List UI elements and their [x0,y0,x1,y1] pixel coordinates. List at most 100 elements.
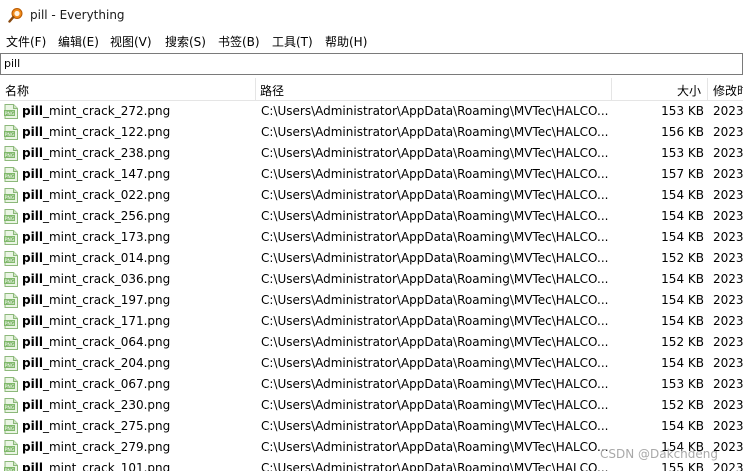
file-modified: 2023, [713,377,743,391]
file-name-match: pill [22,251,43,265]
table-row[interactable]: PNG pill_mint_crack_122.png C:\Users\Admin… [0,122,743,143]
svg-text:PNG: PNG [5,405,15,411]
file-name: pill_mint_crack_122.png [22,125,254,139]
file-name: pill_mint_crack_197.png [22,293,254,307]
png-file-icon: PNG [4,251,18,266]
file-modified: 2023, [713,356,743,370]
file-modified: 2023, [713,251,743,265]
png-file-icon: PNG [4,335,18,350]
column-divider[interactable] [255,78,256,100]
file-name-rest: _mint_crack_122.png [42,125,171,139]
file-size: 154 KB [661,188,704,202]
file-name-rest: _mint_crack_272.png [42,104,171,118]
file-name-match: pill [22,335,43,349]
file-size: 154 KB [661,314,704,328]
column-header-path[interactable]: 路径 [260,82,284,99]
file-name-rest: _mint_crack_230.png [42,398,171,412]
table-row[interactable]: PNG pill_mint_crack_230.png C:\Users\Admin… [0,395,743,416]
file-name-rest: _mint_crack_147.png [42,167,171,181]
file-size: 157 KB [661,167,704,181]
file-path: C:\Users\Administrator\AppData\Roaming\M… [261,125,608,139]
file-path: C:\Users\Administrator\AppData\Roaming\M… [261,461,608,471]
menu-file[interactable]: 文件(F) [6,33,46,50]
file-name-match: pill [22,461,43,471]
table-row[interactable]: PNG pill_mint_crack_204.png C:\Users\Admin… [0,353,743,374]
table-row[interactable]: PNG pill_mint_crack_173.png C:\Users\Admin… [0,227,743,248]
png-file-icon: PNG [4,104,18,119]
file-modified: 2023, [713,314,743,328]
menu-bookmarks[interactable]: 书签(B) [218,33,260,50]
file-name: pill_mint_crack_171.png [22,314,254,328]
file-name-rest: _mint_crack_067.png [42,377,171,391]
png-file-icon: PNG [4,377,18,392]
table-row[interactable]: PNG pill_mint_crack_036.png C:\Users\Admin… [0,269,743,290]
column-header-modified[interactable]: 修改时 [713,82,743,99]
svg-text:PNG: PNG [5,237,15,243]
file-name: pill_mint_crack_022.png [22,188,254,202]
menu-view[interactable]: 视图(V) [110,33,152,50]
svg-text:PNG: PNG [5,132,15,138]
file-name-rest: _mint_crack_275.png [42,419,171,433]
file-name-rest: _mint_crack_197.png [42,293,171,307]
table-row[interactable]: PNG pill_mint_crack_171.png C:\Users\Admin… [0,311,743,332]
search-input[interactable]: pill [0,53,743,75]
results-list: PNG pill _mint_crack_272.png C:\Users\Admin… [0,101,743,471]
file-name: pill_mint_crack_067.png [22,377,254,391]
file-name-rest: _mint_crack_256.png [42,209,171,223]
column-divider[interactable] [707,78,708,100]
file-modified: 2023, [713,272,743,286]
png-file-icon: PNG [4,398,18,413]
menu-bar: 文件(F) 编辑(E) 视图(V) 搜索(S) 书签(B) 工具(T) 帮助(H… [0,31,743,51]
file-path: C:\Users\Administrator\AppData\Roaming\M… [261,209,608,223]
file-path: C:\Users\Administrator\AppData\Roaming\M… [261,377,608,391]
file-modified: 2023, [713,125,743,139]
file-path: C:\Users\Administrator\AppData\Roaming\M… [261,104,608,118]
table-row[interactable]: PNG pill_mint_crack_022.png C:\Users\Admin… [0,185,743,206]
file-path: C:\Users\Administrator\AppData\Roaming\M… [261,314,608,328]
menu-search[interactable]: 搜索(S) [165,33,206,50]
svg-text:PNG: PNG [5,426,15,432]
table-row[interactable]: PNG pill_mint_crack_272.png C:\Users\Admin… [0,101,743,122]
svg-text:PNG: PNG [5,447,15,453]
file-name-match: pill [22,314,43,328]
table-row[interactable]: PNG pill_mint_crack_238.png C:\Users\Admin… [0,143,743,164]
png-file-icon: PNG [4,440,18,455]
watermark-text: CSDN @Dakchdeng [600,447,718,461]
file-name: pill_mint_crack_256.png [22,209,254,223]
file-size: 155 KB [661,461,704,471]
file-modified: 2023, [713,419,743,433]
svg-text:PNG: PNG [5,300,15,306]
file-name-match: pill [22,209,43,223]
table-row[interactable]: PNG pill_mint_crack_014.png C:\Users\Admin… [0,248,743,269]
menu-tools[interactable]: 工具(T) [272,33,313,50]
table-row[interactable]: PNG pill_mint_crack_064.png C:\Users\Admin… [0,332,743,353]
file-size: 154 KB [661,272,704,286]
file-path: C:\Users\Administrator\AppData\Roaming\M… [261,419,608,433]
file-size: 154 KB [661,356,704,370]
column-divider[interactable] [611,78,612,100]
png-file-icon: PNG [4,146,18,161]
png-file-icon: PNG [4,272,18,287]
table-row[interactable]: PNG pill_mint_crack_256.png C:\Users\Admin… [0,206,743,227]
table-row[interactable]: PNG pill_mint_crack_067.png C:\Users\Admin… [0,374,743,395]
column-header-size[interactable]: 大小 [677,82,701,99]
file-size: 152 KB [661,398,704,412]
table-row[interactable]: PNG pill_mint_crack_275.png C:\Users\Admin… [0,416,743,437]
file-modified: 2023, [713,209,743,223]
file-name: pill_mint_crack_275.png [22,419,254,433]
png-file-icon: PNG [4,125,18,140]
menu-edit[interactable]: 编辑(E) [58,33,99,50]
file-modified: 2023, [713,167,743,181]
file-name-match: pill [22,125,43,139]
file-name: pill_mint_crack_173.png [22,230,254,244]
png-file-icon: PNG [4,314,18,329]
svg-text:PNG: PNG [5,363,15,369]
file-modified: 2023, [713,104,743,118]
png-file-icon: PNG [4,188,18,203]
file-name-rest: _mint_crack_022.png [42,188,171,202]
table-row[interactable]: PNG pill_mint_crack_197.png C:\Users\Admin… [0,290,743,311]
table-row[interactable]: PNG pill_mint_crack_147.png C:\Users\Admin… [0,164,743,185]
column-header-name[interactable]: 名称 [5,82,29,99]
menu-help[interactable]: 帮助(H) [325,33,367,50]
file-name-match: pill [22,440,43,454]
